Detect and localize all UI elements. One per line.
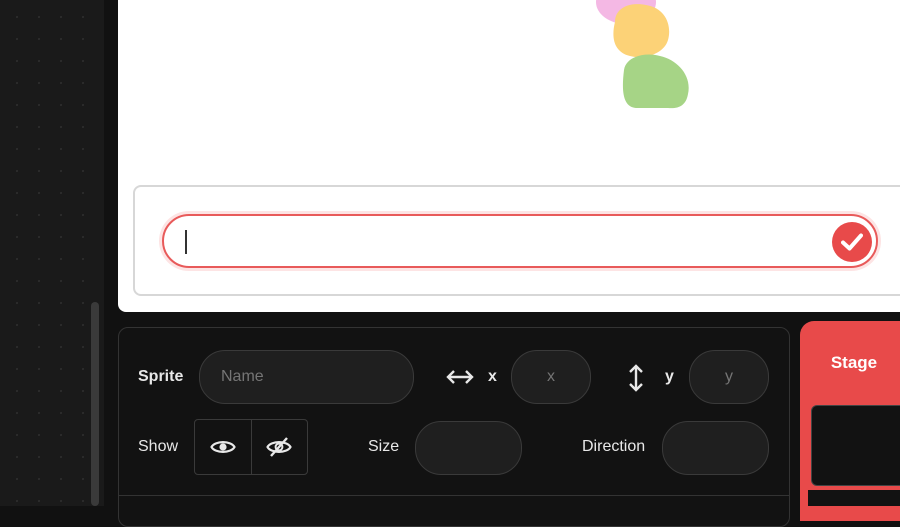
direction-input[interactable] xyxy=(662,421,769,475)
scrollbar-thumb[interactable] xyxy=(91,302,99,506)
stage-thumbnail[interactable] xyxy=(811,405,900,486)
answer-input-wrapper xyxy=(159,211,881,271)
stage-tab-label: Stage xyxy=(830,353,878,372)
size-input[interactable] xyxy=(415,421,522,475)
eye-icon xyxy=(209,441,236,453)
sprite-label: Sprite xyxy=(138,368,184,385)
eye-slash-icon xyxy=(266,437,293,457)
sprite-name-input[interactable] xyxy=(199,350,414,404)
x-position-input[interactable] xyxy=(511,350,591,404)
show-sprite-button[interactable] xyxy=(195,420,251,474)
direction-label: Direction xyxy=(582,438,646,455)
answer-input[interactable] xyxy=(162,214,878,268)
hide-sprite-button[interactable] xyxy=(250,420,308,474)
submit-answer-button[interactable] xyxy=(832,222,872,262)
show-toggle-group xyxy=(194,419,308,475)
show-label: Show xyxy=(138,438,179,455)
check-icon xyxy=(841,233,863,251)
y-label: y xyxy=(665,368,674,385)
panel-divider xyxy=(118,495,790,496)
sprite[interactable] xyxy=(588,0,708,120)
x-label: x xyxy=(488,368,497,385)
size-label: Size xyxy=(368,438,400,455)
sprite-yellow-blob xyxy=(613,4,670,58)
sprite-green-blob xyxy=(622,54,689,109)
y-position-input[interactable] xyxy=(689,350,769,404)
stage-tab-base xyxy=(808,490,900,506)
horizontal-arrows-icon xyxy=(446,370,474,384)
vertical-arrows-icon xyxy=(629,364,643,392)
text-caret xyxy=(185,230,187,254)
